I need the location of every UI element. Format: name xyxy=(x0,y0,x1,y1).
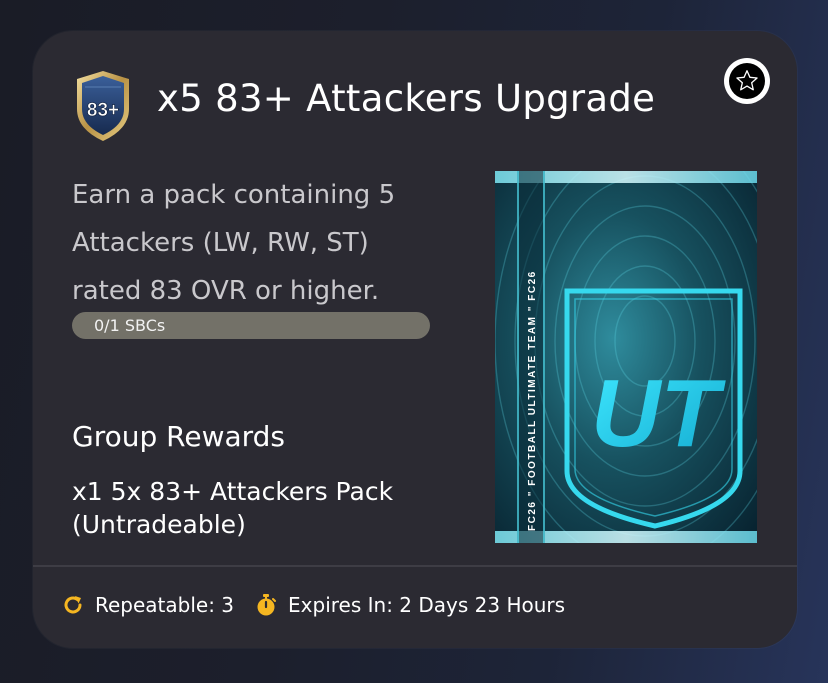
favorite-button[interactable] xyxy=(724,58,770,104)
star-icon xyxy=(736,70,758,91)
sbc-description: Earn a pack containing 5 Attackers (LW, … xyxy=(72,180,396,306)
pack-logo-text: UT xyxy=(591,360,726,467)
repeat-icon xyxy=(64,596,82,614)
sbc-footer: Repeatable: 3 Expires In: 2 Days 23 Hour… xyxy=(61,593,565,617)
pack-image: FC26 " FOOTBALL ULTIMATE TEAM " FC26 UT xyxy=(494,115,796,567)
sbc-title: x5 83+ Attackers Upgrade xyxy=(157,77,656,120)
reward-item: x1 5x 83+ Attackers Pack (Untradeable) xyxy=(72,477,394,539)
pack-side-text: FC26 " FOOTBALL ULTIMATE TEAM " FC26 xyxy=(527,270,538,531)
stopwatch-icon xyxy=(257,594,277,616)
group-rewards-heading: Group Rewards xyxy=(72,420,286,453)
badge-text: 83+ xyxy=(87,100,119,121)
progress-text: 0/1 SBCs xyxy=(94,316,166,335)
sbc-card[interactable]: 83+ x5 83+ Attackers Upgrade Earn a pack… xyxy=(33,31,797,648)
footer-divider xyxy=(33,565,797,567)
sbc-badge-icon: 83+ xyxy=(71,69,135,143)
expires-text: Expires In: 2 Days 23 Hours xyxy=(288,593,566,617)
repeatable-text: Repeatable: 3 xyxy=(95,593,235,617)
progress-bar: 0/1 SBCs xyxy=(72,312,430,339)
